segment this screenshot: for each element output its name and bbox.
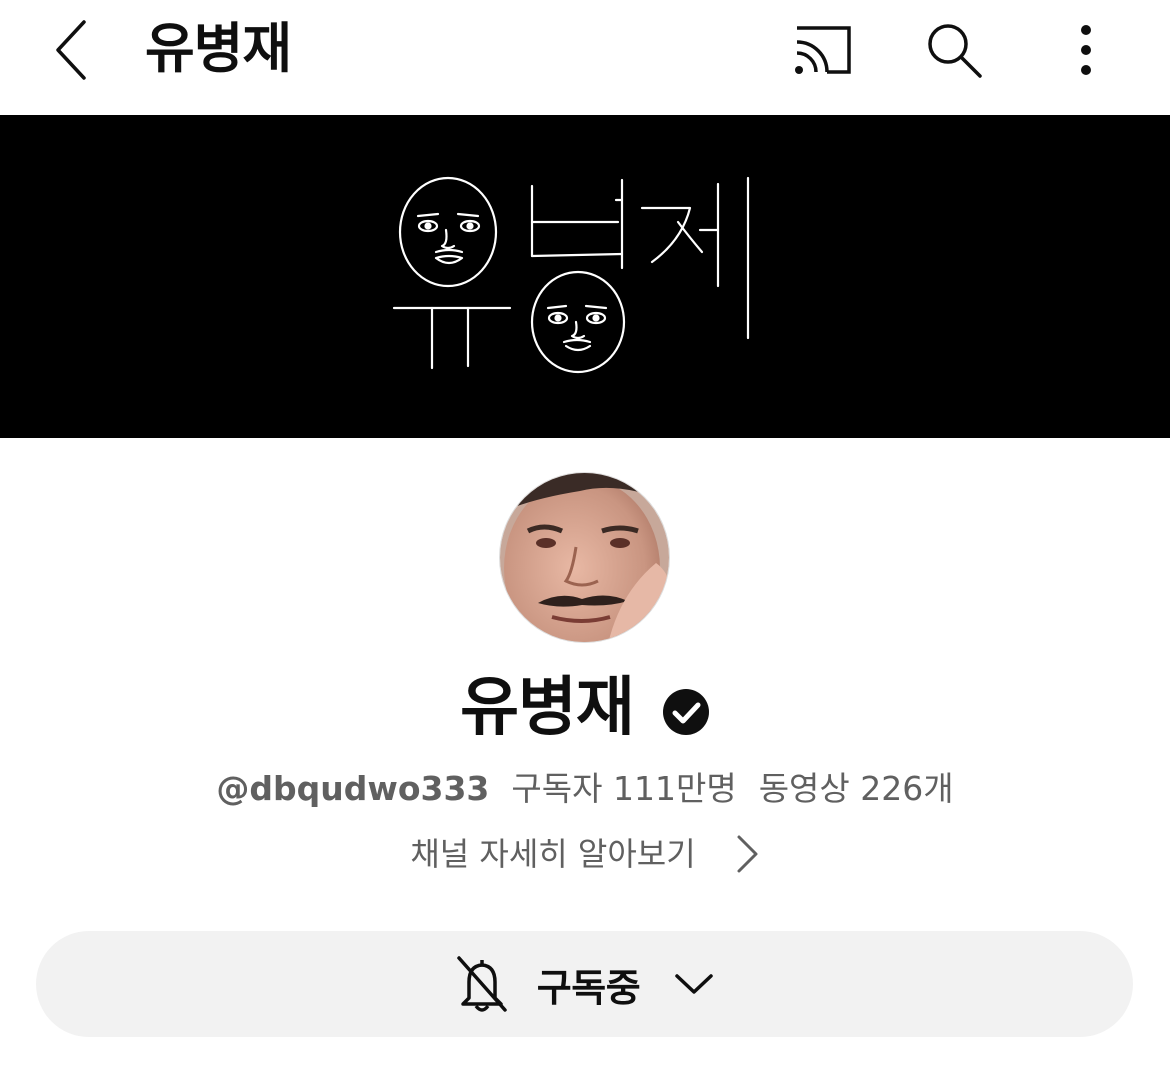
- channel-name: 유병재: [460, 671, 635, 745]
- chevron-right-icon: [737, 835, 758, 873]
- bell-off-icon: [457, 956, 507, 1012]
- subscribed-button[interactable]: 구독중: [36, 931, 1133, 1037]
- subscriber-count: 구독자 111만명: [511, 769, 737, 808]
- chevron-down-icon: [675, 974, 713, 994]
- channel-avatar[interactable]: [499, 472, 670, 643]
- cast-button[interactable]: [782, 18, 862, 82]
- channel-name-row: 유병재: [0, 668, 1170, 748]
- channel-banner: [0, 115, 1170, 438]
- channel-about-link[interactable]: 채널 자세히 알아보기: [0, 830, 1170, 878]
- page-title: 유병재: [145, 17, 292, 80]
- more-vertical-icon: [1081, 25, 1091, 75]
- avatar-face-photo: [500, 473, 669, 642]
- channel-handle: @dbqudwo333: [216, 769, 490, 808]
- verified-badge-icon: [662, 689, 709, 735]
- channel-meta: @dbqudwo333 구독자 111만명 동영상 226개: [0, 765, 1170, 813]
- cast-icon: [795, 26, 851, 74]
- subscribed-label: 구독중: [536, 965, 641, 1010]
- app-header: 유병재: [0, 0, 1170, 115]
- search-icon: [928, 24, 982, 78]
- more-options-button[interactable]: [1058, 14, 1114, 86]
- video-count: 동영상 226개: [758, 769, 954, 808]
- back-chevron-icon: [56, 20, 86, 80]
- about-link-label: 채널 자세히 알아보기: [410, 835, 696, 873]
- back-button[interactable]: [40, 14, 104, 86]
- banner-handwritten-logo: [392, 176, 750, 374]
- search-button[interactable]: [918, 14, 990, 86]
